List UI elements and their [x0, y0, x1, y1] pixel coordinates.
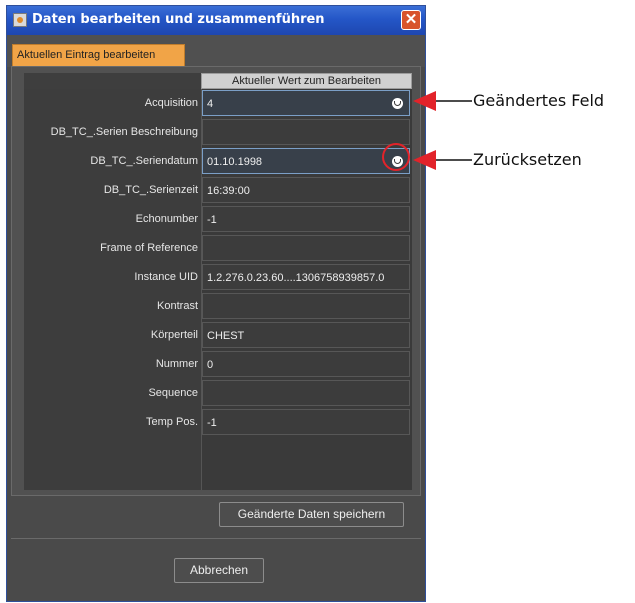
annotation-changed-field: Geändertes Feld: [473, 91, 605, 110]
changed-field-arrow: [413, 91, 436, 111]
reset-highlight-circle: [382, 143, 410, 171]
reset-arrow: [413, 150, 436, 170]
annotation-reset: Zurücksetzen: [473, 150, 582, 169]
